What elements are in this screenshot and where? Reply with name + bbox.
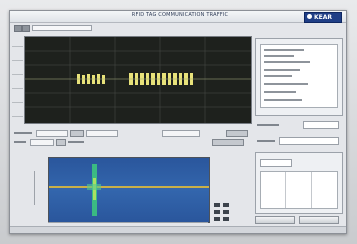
toolbar <box>12 24 242 32</box>
text-field[interactable] <box>279 137 339 145</box>
window-title: RFID TAG COMMUNICATION TRAFFIC <box>131 12 229 18</box>
application-window: RFID TAG COMMUNICATION TRAFFIC KEAR <box>9 10 347 234</box>
control-button[interactable] <box>226 130 248 137</box>
carrier-line <box>49 186 209 188</box>
list-item <box>264 83 308 85</box>
spectrogram-svg <box>49 158 209 222</box>
cursor-icon[interactable] <box>214 210 220 214</box>
y-tick <box>12 88 23 90</box>
control-button[interactable] <box>70 130 84 137</box>
spectrogram-tools <box>214 203 240 223</box>
brand-logo-text: KEAR <box>314 14 333 21</box>
control-label <box>68 141 84 143</box>
y-tick <box>12 46 23 48</box>
back-icon[interactable] <box>14 25 22 32</box>
control-field[interactable] <box>86 130 118 137</box>
action-button-2[interactable] <box>299 216 339 224</box>
signal-waveform-plot[interactable] <box>24 36 252 124</box>
field-label <box>257 140 275 142</box>
y-tick <box>12 102 23 104</box>
y-tick <box>12 74 23 76</box>
y-tick <box>12 60 23 62</box>
list-item <box>264 55 294 57</box>
y-axis-top <box>12 36 23 122</box>
settings-panel <box>255 36 343 228</box>
control-button[interactable] <box>56 139 66 146</box>
monitor-frame: RFID TAG COMMUNICATION TRAFFIC KEAR <box>0 0 357 244</box>
settings-list[interactable] <box>260 44 338 108</box>
filter-field[interactable] <box>260 159 292 167</box>
status-bar <box>10 226 346 233</box>
signal-waveform-svg <box>25 37 251 123</box>
list-item <box>264 99 302 101</box>
field-label <box>257 124 279 126</box>
spectrogram-plot[interactable] <box>48 157 210 223</box>
brand-logo-mark <box>307 14 312 19</box>
burst-spread <box>87 184 101 190</box>
brand-logo: KEAR <box>304 12 342 23</box>
list-item <box>264 49 304 51</box>
control-label <box>14 141 26 143</box>
source-select[interactable] <box>32 25 92 31</box>
control-button[interactable] <box>212 139 244 146</box>
title-bar: RFID TAG COMMUNICATION TRAFFIC KEAR <box>10 11 346 23</box>
x-axis-top <box>24 123 250 128</box>
settings-group-top <box>255 38 343 116</box>
pan-icon[interactable] <box>223 203 229 207</box>
select-field[interactable] <box>303 121 339 129</box>
y-tick <box>12 116 23 118</box>
control-field[interactable] <box>162 130 200 137</box>
control-field[interactable] <box>36 130 68 137</box>
list-item <box>264 75 292 77</box>
marker-icon[interactable] <box>214 217 220 221</box>
list-item <box>264 61 310 63</box>
plot-controls <box>12 130 250 148</box>
spectrogram-background <box>49 158 209 222</box>
control-field[interactable] <box>30 139 54 146</box>
export-icon[interactable] <box>223 217 229 221</box>
table-column-divider <box>311 172 312 208</box>
action-button-1[interactable] <box>255 216 295 224</box>
list-item <box>264 69 300 71</box>
result-table[interactable] <box>260 171 338 209</box>
settings-group-bottom <box>255 152 343 214</box>
reset-icon[interactable] <box>223 210 229 214</box>
table-column-divider <box>285 172 286 208</box>
zoom-icon[interactable] <box>214 203 220 207</box>
settings-icon[interactable] <box>22 25 30 32</box>
list-item <box>264 91 296 93</box>
y-axis-bottom <box>34 171 43 205</box>
control-label <box>14 132 32 134</box>
